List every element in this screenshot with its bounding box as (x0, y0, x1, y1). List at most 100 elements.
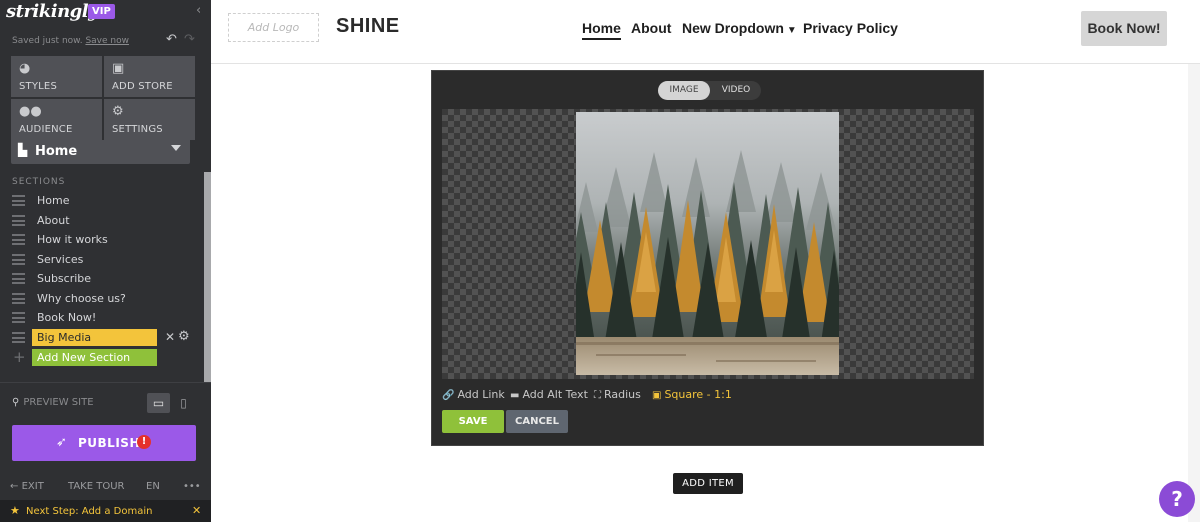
settings-button[interactable]: ⚙ SETTINGS (104, 99, 195, 140)
add-new-section[interactable]: + Add New Section (12, 348, 202, 367)
section-label: Why choose us? (37, 292, 126, 305)
search-icon: ⚲ (12, 397, 20, 408)
plus-icon: + (13, 348, 26, 366)
delete-section-icon[interactable]: ✕ (165, 330, 175, 344)
section-label: How it works (37, 233, 108, 246)
exit-button[interactable]: ← EXIT (10, 481, 44, 492)
section-label: About (37, 214, 70, 227)
site-header: Add Logo SHINE Home About New Dropdown ▼ … (211, 0, 1200, 64)
preview-site-button[interactable]: ⚲ PREVIEW SITE (12, 397, 94, 408)
drag-handle-icon[interactable] (12, 254, 25, 265)
section-label: Book Now! (37, 311, 97, 324)
radius-button[interactable]: ⛶ Radius (594, 388, 641, 401)
image-crop-canvas[interactable] (442, 109, 974, 379)
save-status: Saved just now. Save now (12, 36, 129, 46)
collapse-sidebar-icon[interactable]: ‹ (196, 3, 201, 18)
page-scrollbar[interactable] (1188, 64, 1200, 522)
desktop-view-icon[interactable]: ▭ (147, 393, 170, 413)
star-icon: ★ (10, 504, 20, 517)
drag-handle-icon[interactable] (12, 273, 25, 284)
tab-video[interactable]: VIDEO (712, 81, 760, 100)
palette-icon: ◕ (19, 61, 31, 76)
drag-handle-icon[interactable] (12, 195, 25, 206)
comment-icon: ▬ (510, 390, 520, 401)
nav-dropdown-label: New Dropdown (682, 20, 784, 36)
page-icon: ▙ (18, 143, 28, 157)
site-brand[interactable]: SHINE (336, 15, 400, 38)
forest-photo-graphic (576, 112, 839, 375)
active-section-label[interactable]: Big Media (32, 329, 157, 346)
divider (0, 382, 211, 383)
sidebar-scrollbar[interactable] (204, 172, 211, 382)
section-item[interactable]: How it works (12, 231, 202, 249)
section-item[interactable]: Home (12, 192, 202, 210)
nav-new-dropdown[interactable]: New Dropdown ▼ (682, 20, 797, 36)
chevron-down-icon: ▼ (786, 25, 797, 36)
sidebar-header: strikingly VIP ‹ (0, 0, 211, 26)
users-icon: ●● (19, 104, 42, 119)
add-link-button[interactable]: 🔗 Add Link (442, 388, 505, 401)
save-now-link[interactable]: Save now (85, 36, 129, 46)
add-store-label: ADD STORE (112, 81, 173, 92)
language-button[interactable]: EN (146, 481, 160, 492)
alt-text-label: Add Alt Text (522, 388, 588, 401)
caret-down-icon (171, 145, 181, 151)
section-item-active[interactable]: Big Media ✕ ⚙ (12, 329, 202, 347)
section-item[interactable]: Subscribe (12, 270, 202, 288)
forest-image[interactable] (576, 112, 839, 375)
book-now-button[interactable]: Book Now! (1081, 11, 1167, 46)
settings-label: SETTINGS (112, 124, 163, 135)
store-icon: ▣ (112, 61, 125, 76)
cancel-button[interactable]: CANCEL (506, 410, 568, 433)
nav-about[interactable]: About (631, 20, 671, 36)
add-alt-text-button[interactable]: ▬ Add Alt Text (510, 388, 588, 401)
tab-image[interactable]: IMAGE (658, 81, 710, 100)
exit-label: EXIT (21, 481, 44, 492)
rocket-icon: ➶ (56, 435, 67, 450)
section-item[interactable]: Why choose us? (12, 290, 202, 308)
styles-label: STYLES (19, 81, 58, 92)
page-select[interactable]: ▙ Home (11, 140, 190, 164)
add-item-button[interactable]: ADD ITEM (673, 473, 743, 494)
media-type-toggle: IMAGE VIDEO (658, 81, 761, 100)
vip-badge: VIP (88, 4, 115, 19)
undo-icon[interactable]: ↶ (166, 32, 177, 47)
sections-title: SECTIONS (12, 177, 66, 187)
mobile-view-icon[interactable]: ▯ (176, 393, 191, 413)
alert-badge: ! (137, 435, 151, 449)
section-settings-icon[interactable]: ⚙ (178, 329, 190, 344)
publish-button[interactable]: ➶ PUBLISH ! (12, 425, 196, 461)
section-label: Subscribe (37, 272, 92, 285)
take-tour-button[interactable]: TAKE TOUR (68, 481, 124, 492)
radius-icon: ⛶ (594, 390, 601, 401)
help-button[interactable]: ? (1159, 481, 1195, 517)
section-item[interactable]: Book Now! (12, 309, 202, 327)
audience-button[interactable]: ●● AUDIENCE (11, 99, 102, 140)
more-options-button[interactable]: ••• (183, 481, 201, 492)
add-logo-button[interactable]: Add Logo (228, 13, 319, 42)
drag-handle-icon[interactable] (12, 293, 25, 304)
crop-icon: ▣ (652, 390, 662, 401)
aspect-ratio-button[interactable]: ▣ Square - 1:1 (652, 388, 732, 401)
add-link-label: Add Link (457, 388, 505, 401)
next-step-banner[interactable]: ★ Next Step: Add a Domain ✕ (0, 500, 211, 522)
save-button[interactable]: SAVE (442, 410, 504, 433)
drag-handle-icon[interactable] (12, 332, 25, 343)
drag-handle-icon[interactable] (12, 215, 25, 226)
drag-handle-icon[interactable] (12, 234, 25, 245)
nav-privacy-policy[interactable]: Privacy Policy (803, 20, 898, 36)
add-store-button[interactable]: ▣ ADD STORE (104, 56, 195, 97)
link-icon: 🔗 (442, 390, 455, 401)
close-icon[interactable]: ✕ (192, 504, 201, 517)
section-item[interactable]: Services (12, 251, 202, 269)
redo-icon[interactable]: ↷ (184, 32, 195, 47)
media-editor-panel: IMAGE VIDEO 🔗 Add Link ▬ Add Alt Text ⛶ … (431, 70, 984, 446)
drag-handle-icon[interactable] (12, 312, 25, 323)
add-new-section-button[interactable]: Add New Section (32, 349, 157, 366)
styles-button[interactable]: ◕ STYLES (11, 56, 102, 97)
nav-home[interactable]: Home (582, 20, 621, 40)
section-label: Home (37, 194, 70, 207)
aspect-ratio-label: Square - 1:1 (664, 388, 732, 401)
radius-label: Radius (604, 388, 641, 401)
section-item[interactable]: About (12, 212, 202, 230)
